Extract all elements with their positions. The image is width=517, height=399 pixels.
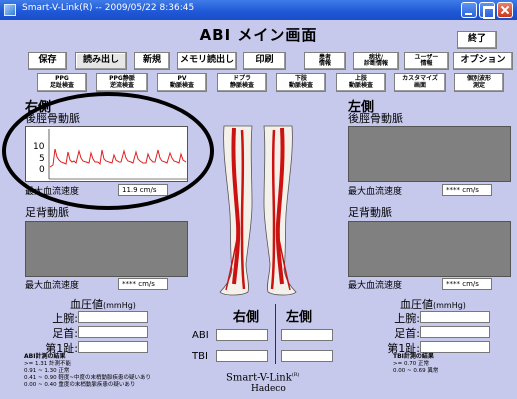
abi-right-value[interactable]: [216, 329, 268, 341]
brand-name-text: Smart-V-Link: [226, 372, 292, 384]
abi-legend: ABI計測の結果 >= 1.31 計測不能 0.91 ~ 1.30 正常 0.4…: [24, 353, 151, 389]
abi-legend-line: 0.91 ~ 1.30 正常: [24, 368, 70, 374]
right-bp-toe-input[interactable]: [78, 341, 148, 353]
legs-illustration: [219, 125, 297, 296]
window-title: Smart-V-Link(R) -- 2009/05/22 8:36:45: [22, 3, 195, 13]
right-bp-ankle-input[interactable]: [78, 326, 148, 338]
tbi-label: TBI: [192, 351, 208, 362]
left-pt-waveform[interactable]: [348, 126, 511, 182]
abi-main-screen: ABI メイン画面 保存 読み出し 新規 メモリ読出し 印刷 患者 情報 病状/…: [0, 20, 517, 399]
index-divider: [275, 304, 276, 364]
exam-pv-arterial-button[interactable]: PV 動脈検査: [157, 73, 207, 92]
memory-load-button[interactable]: メモリ読出し: [177, 52, 237, 70]
right-pt-waveform[interactable]: 10 5 0: [25, 126, 188, 182]
tbi-left-value[interactable]: [281, 350, 333, 362]
index-right-header: 右側: [233, 310, 260, 325]
bp-unit: (mmHg): [433, 301, 466, 310]
right-pt-velocity-value: 11.9 cm/s: [118, 184, 168, 196]
exam-ppg-toe-button[interactable]: PPG 足趾検査: [37, 73, 87, 92]
right-pt-velocity-label: 最大血流速度: [25, 187, 80, 197]
y-tick-5: 5: [39, 154, 45, 164]
brand-reg-mark: (R): [291, 372, 300, 378]
right-bp-ankle-label: 足首:: [52, 327, 78, 340]
right-bp-upper-arm-input[interactable]: [78, 311, 148, 323]
left-pt-velocity-label: 最大血流速度: [348, 187, 403, 197]
customize-screen-button[interactable]: カスタマイズ 画面: [394, 73, 446, 92]
exam-doppler-venous-button[interactable]: ドプラ 静脈検査: [217, 73, 267, 92]
right-dp-label: 足背動脈: [25, 206, 69, 219]
y-tick-0: 0: [39, 165, 45, 175]
index-left-header: 左側: [286, 310, 313, 325]
minimize-button[interactable]: [461, 2, 477, 18]
patient-info-button[interactable]: 患者 情報: [304, 52, 346, 70]
left-dp-label: 足背動脈: [348, 206, 392, 219]
abi-legend-line: >= 1.31 計測不能: [24, 361, 71, 367]
left-dp-velocity-value: **** cm/s: [442, 278, 492, 290]
new-button[interactable]: 新規: [134, 52, 170, 70]
left-pt-velocity-value: **** cm/s: [442, 184, 492, 196]
left-pt-label: 後脛骨動脈: [348, 112, 403, 125]
abi-legend-line: 0.00 ~ 0.40 重度の末梢動脈疾患の疑いあり: [24, 382, 136, 388]
tbi-legend: TBI計測の結果 >= 0.70 正常 0.00 ~ 0.69 異常: [393, 353, 438, 375]
save-button[interactable]: 保存: [28, 52, 67, 70]
tbi-legend-title: TBI計測の結果: [393, 353, 434, 360]
history-button[interactable]: 病状/ 診断情報: [353, 52, 399, 70]
tbi-right-value[interactable]: [216, 350, 268, 362]
options-button[interactable]: オプション: [453, 52, 513, 70]
exam-ppg-venous-button[interactable]: PPG静脈 逆流検査: [96, 73, 148, 92]
abi-left-value[interactable]: [281, 329, 333, 341]
right-pt-label: 後脛骨動脈: [25, 112, 80, 125]
tbi-legend-line: >= 0.70 正常: [393, 361, 429, 367]
close-button[interactable]: [497, 2, 513, 18]
exit-button[interactable]: 終了: [457, 31, 497, 49]
tbi-legend-line: 0.00 ~ 0.69 異常: [393, 368, 439, 374]
right-dp-velocity-value: **** cm/s: [118, 278, 168, 290]
brand-company: Hadeco: [251, 384, 286, 394]
print-button[interactable]: 印刷: [243, 52, 286, 70]
maximize-button[interactable]: [479, 2, 495, 19]
user-info-button[interactable]: ユーザー 情報: [404, 52, 449, 70]
brand-name: Smart-V-Link(R): [226, 372, 299, 383]
left-bp-upper-arm-input[interactable]: [420, 311, 490, 323]
exam-lower-limb-button[interactable]: 下肢 動脈検査: [276, 73, 326, 92]
left-bp-ankle-label: 足首:: [394, 327, 420, 340]
left-dp-waveform[interactable]: [348, 221, 511, 277]
right-bp-upper-arm-label: 上腕:: [52, 312, 78, 325]
left-bp-toe-input[interactable]: [420, 341, 490, 353]
y-tick-10: 10: [33, 142, 45, 152]
bp-unit: (mmHg): [103, 301, 136, 310]
individual-waveform-button[interactable]: 個別波形 測定: [454, 73, 504, 92]
left-bp-ankle-input[interactable]: [420, 326, 490, 338]
waveform-trace: [49, 148, 187, 168]
right-bp-title: 血圧値(mmHg): [70, 296, 136, 312]
abi-label: ABI: [192, 330, 209, 341]
left-bp-upper-arm-label: 上腕:: [394, 312, 420, 325]
window-titlebar: Smart-V-Link(R) -- 2009/05/22 8:36:45: [0, 0, 517, 20]
page-title: ABI メイン画面: [199, 26, 318, 44]
load-button[interactable]: 読み出し: [75, 52, 127, 70]
exam-upper-limb-button[interactable]: 上肢 動脈検査: [336, 73, 386, 92]
app-icon: [4, 4, 16, 16]
abi-legend-line: 0.41 ~ 0.90 軽度~中度の末梢動脈疾患の疑いあり: [24, 375, 151, 381]
left-dp-velocity-label: 最大血流速度: [348, 281, 403, 291]
waveform-plot: 10 5 0: [33, 129, 187, 180]
abi-legend-title: ABI計測の結果: [24, 353, 66, 360]
right-dp-waveform[interactable]: [25, 221, 188, 277]
right-dp-velocity-label: 最大血流速度: [25, 281, 80, 291]
